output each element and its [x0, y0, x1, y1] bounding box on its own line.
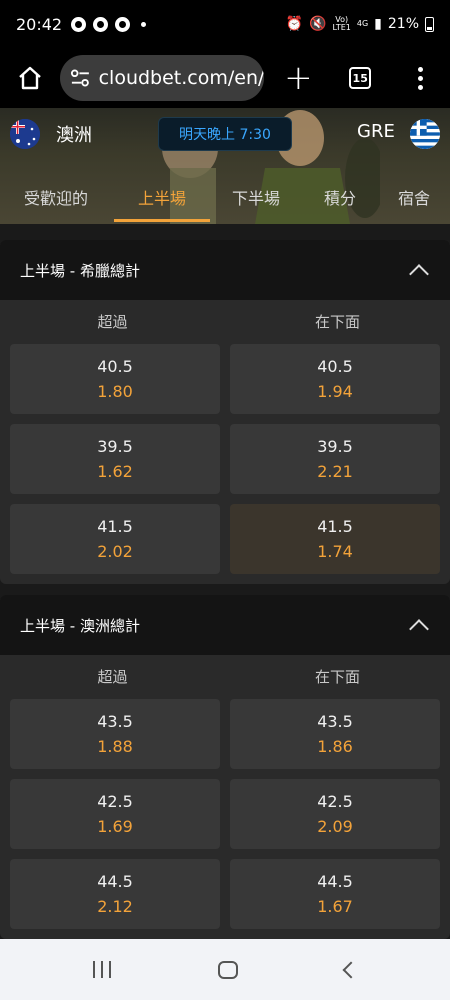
tab-switcher-button[interactable]: 15	[330, 48, 390, 108]
over-column-label: 超過	[97, 668, 128, 686]
network-4g-icon: 4G	[356, 19, 369, 28]
odds-button-over[interactable]: 40.5 1.80	[10, 344, 220, 414]
tab-count: 15	[349, 67, 372, 89]
tab-popular[interactable]: 受歡迎的	[0, 170, 112, 224]
odds-price: 1.62	[97, 462, 133, 481]
odds-button-over[interactable]: 44.5 2.12	[10, 859, 220, 929]
market-header[interactable]: 上半場 - 希臘總計	[0, 240, 450, 300]
battery-text: 21%	[387, 16, 419, 32]
browser-toolbar: cloudbet.com/en/ + 15	[0, 48, 450, 108]
odds-line: 42.5	[317, 792, 353, 811]
alarm-icon: ⏰	[285, 16, 304, 32]
odds-line: 43.5	[317, 712, 353, 731]
odds-line: 40.5	[317, 357, 353, 376]
odds-price: 1.67	[317, 897, 353, 916]
odds-line: 42.5	[97, 792, 133, 811]
odds-line: 41.5	[97, 517, 133, 536]
away-team-name: GRE	[357, 121, 395, 142]
odds-button-under[interactable]: 43.5 1.86	[230, 699, 440, 769]
market-card: 上半場 - 澳洲總計 超過 在下面 43.5 1.88 43.5 1.86 42…	[0, 595, 450, 939]
odds-price: 1.88	[97, 737, 133, 756]
under-column-label: 在下面	[314, 313, 360, 331]
status-bar: 20:42 ⏰ 🔇 Vo) LTE1 4G ▮ 21%	[0, 0, 450, 48]
odds-button-under[interactable]: 39.5 2.21	[230, 424, 440, 494]
under-column-label: 在下面	[314, 668, 360, 686]
odds-line: 40.5	[97, 357, 133, 376]
recent-apps-button[interactable]	[93, 961, 112, 978]
volte-icon: Vo) LTE1	[332, 15, 351, 32]
system-navigation-bar	[0, 939, 450, 1000]
odds-price: 1.86	[317, 737, 353, 756]
match-time-badge: 明天晚上 7:30	[158, 117, 292, 151]
odds-button-over[interactable]: 41.5 2.02	[10, 504, 220, 574]
tab-second-half[interactable]: 下半場	[210, 170, 302, 224]
home-icon	[19, 66, 41, 90]
odds-line: 44.5	[97, 872, 133, 891]
odds-button-over[interactable]: 39.5 1.62	[10, 424, 220, 494]
plus-icon: +	[284, 58, 313, 98]
odds-price: 2.09	[317, 817, 353, 836]
odds-button-under[interactable]: 44.5 1.67	[230, 859, 440, 929]
address-bar[interactable]: cloudbet.com/en/	[59, 55, 265, 101]
signal-icon: ▮	[374, 16, 382, 32]
odds-price: 2.21	[317, 462, 353, 481]
chrome-icon	[115, 16, 131, 32]
home-team-name: 澳洲	[56, 125, 92, 146]
odds-price: 1.80	[97, 382, 133, 401]
column-headers: 超過 在下面	[0, 655, 450, 699]
column-headers: 超過 在下面	[0, 300, 450, 344]
odds-button-over[interactable]: 42.5 1.69	[10, 779, 220, 849]
over-column-label: 超過	[97, 313, 128, 331]
market-header[interactable]: 上半場 - 澳洲總計	[0, 595, 450, 655]
odds-grid: 43.5 1.88 43.5 1.86 42.5 1.69 42.5 2.09 …	[0, 699, 450, 939]
odds-line: 39.5	[97, 437, 133, 456]
odds-button-over[interactable]: 43.5 1.88	[10, 699, 220, 769]
odds-line: 39.5	[317, 437, 353, 456]
url-text[interactable]: cloudbet.com/en/	[99, 67, 265, 89]
match-header: 澳洲 明天晚上 7:30 GRE 受歡迎的 上半場 下半場 積分 宿舍	[0, 108, 450, 224]
chevron-up-icon[interactable]	[409, 264, 429, 284]
odds-price: 2.12	[97, 897, 133, 916]
odds-price: 2.02	[97, 542, 133, 561]
browser-menu-button[interactable]	[390, 48, 450, 108]
market-card: 上半場 - 希臘總計 超過 在下面 40.5 1.80 40.5 1.94 39…	[0, 240, 450, 584]
market-tabs: 受歡迎的 上半場 下半場 積分 宿舍	[0, 170, 450, 224]
odds-price: 1.69	[97, 817, 133, 836]
tab-first-half[interactable]: 上半場	[114, 170, 210, 224]
odds-grid: 40.5 1.80 40.5 1.94 39.5 1.62 39.5 2.21 …	[0, 344, 450, 584]
odds-button-under[interactable]: 41.5 1.74	[230, 504, 440, 574]
tab-points[interactable]: 積分	[302, 170, 378, 224]
odds-button-under[interactable]: 40.5 1.94	[230, 344, 440, 414]
odds-line: 41.5	[317, 517, 353, 536]
more-notifications-icon	[141, 21, 147, 27]
odds-price: 1.74	[317, 542, 353, 561]
odds-button-under[interactable]: 42.5 2.09	[230, 779, 440, 849]
new-tab-button[interactable]: +	[266, 48, 330, 108]
battery-icon	[425, 16, 434, 32]
chrome-icon	[93, 16, 109, 32]
status-time: 20:42	[16, 14, 63, 34]
mute-icon: 🔇	[309, 16, 327, 32]
markets-list: 上半場 - 希臘總計 超過 在下面 40.5 1.80 40.5 1.94 39…	[0, 224, 450, 939]
greece-flag-icon	[410, 119, 440, 149]
odds-price: 1.94	[317, 382, 353, 401]
odds-line: 44.5	[317, 872, 353, 891]
site-settings-icon[interactable]	[70, 68, 91, 88]
line-app-icon	[71, 16, 87, 32]
market-title: 上半場 - 希臘總計	[20, 261, 140, 280]
home-button[interactable]	[0, 48, 60, 108]
tab-dorm[interactable]: 宿舍	[378, 170, 450, 224]
chevron-up-icon[interactable]	[409, 619, 429, 639]
market-title: 上半場 - 澳洲總計	[20, 616, 140, 635]
odds-line: 43.5	[97, 712, 133, 731]
back-button[interactable]	[342, 961, 360, 978]
home-nav-button[interactable]	[217, 960, 238, 979]
australia-flag-icon	[10, 119, 40, 149]
